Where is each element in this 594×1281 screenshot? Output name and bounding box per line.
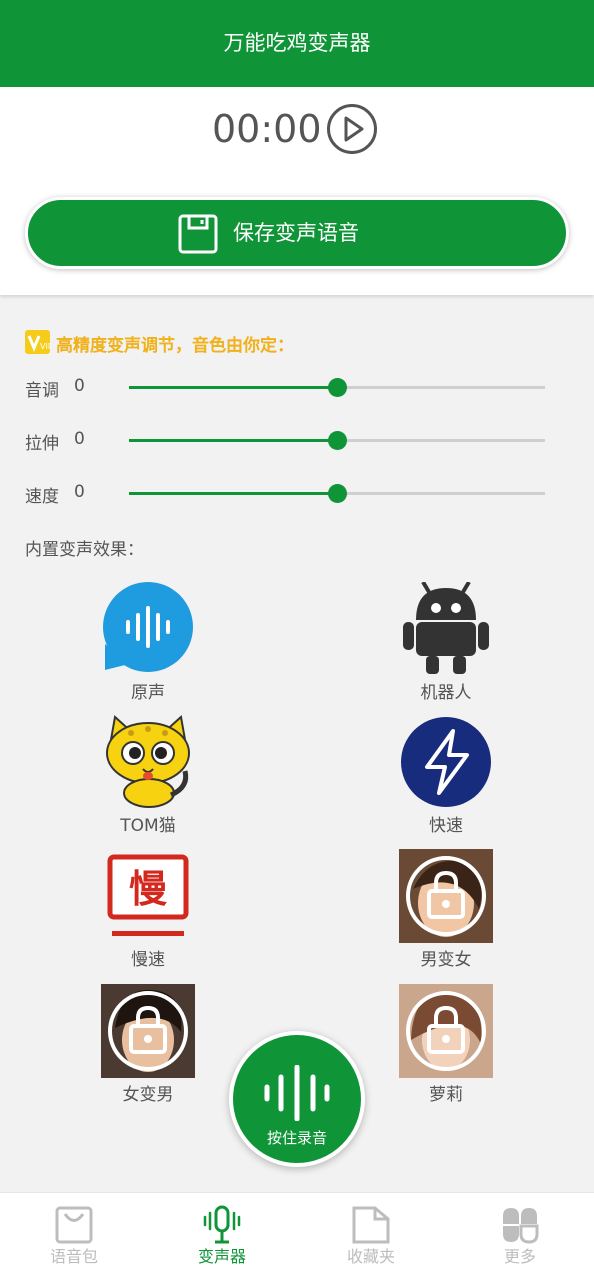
effect-female-to-male[interactable]: 女变男	[78, 984, 218, 1105]
effect-label: 萝莉	[429, 1085, 463, 1105]
page-title: 万能吃鸡变声器	[223, 31, 371, 55]
tab-label: 变声器	[197, 1247, 246, 1266]
tab-label: 更多	[503, 1247, 536, 1266]
folder-icon	[352, 1206, 390, 1244]
slider-label: 音调	[25, 381, 59, 401]
save-voice-label: 保存变声语音	[233, 221, 359, 245]
play-icon[interactable]	[326, 103, 378, 155]
effects-title: 内置变声效果：	[25, 540, 144, 560]
tab-voice-changer[interactable]: 变声器	[148, 1193, 296, 1281]
effect-tom-cat[interactable]: TOM猫	[78, 715, 218, 836]
slider-label: 速度	[25, 487, 59, 507]
record-label: 按住录音	[266, 1129, 327, 1147]
tuning-hint: 高精度变声调节，音色由你定：	[56, 336, 294, 356]
save-voice-button[interactable]: 保存变声语音	[25, 197, 569, 269]
hold-to-record-button[interactable]: 按住录音	[229, 1031, 365, 1167]
effect-fast[interactable]: 快速	[376, 715, 516, 836]
speed-slider[interactable]	[129, 484, 545, 503]
playback-time: 00:00	[212, 107, 322, 151]
effect-label: 机器人	[420, 683, 472, 703]
tab-voice-pack[interactable]: 语音包	[0, 1193, 148, 1281]
effect-label: 女变男	[122, 1085, 174, 1105]
slider-label: 拉伸	[25, 434, 59, 454]
effect-loli[interactable]: 萝莉	[376, 984, 516, 1105]
robot-icon	[403, 582, 489, 674]
effect-male-to-female[interactable]: 男变女	[376, 849, 516, 970]
vip-badge-icon: VIP	[25, 330, 50, 354]
stretch-slider[interactable]	[129, 431, 545, 450]
pitch-slider-row: 音调 0	[0, 373, 594, 403]
tab-label: 语音包	[49, 1247, 98, 1266]
female-avatar-locked	[399, 849, 493, 943]
stretch-slider-row: 拉伸 0	[0, 426, 594, 456]
player-panel: 00:00 保存变声语音	[0, 87, 594, 295]
effect-original[interactable]: 原声	[78, 582, 218, 703]
app-header: 万能吃鸡变声器	[0, 0, 594, 87]
tab-more[interactable]: 更多	[446, 1193, 594, 1281]
slider-thumb[interactable]	[328, 378, 347, 397]
tab-label: 收藏夹	[346, 1247, 395, 1266]
svg-text:慢: 慢	[129, 867, 168, 911]
effect-slow[interactable]: 慢 慢速	[78, 849, 218, 970]
slider-thumb[interactable]	[328, 431, 347, 450]
speed-slider-row: 速度 0	[0, 479, 594, 509]
effect-label: 原声	[131, 683, 165, 703]
voice-bubble-icon	[103, 582, 193, 672]
slider-value: 0	[74, 376, 85, 396]
lightning-icon	[401, 717, 491, 807]
bag-icon	[55, 1206, 93, 1244]
tab-favorites[interactable]: 收藏夹	[297, 1193, 445, 1281]
effect-label: 男变女	[420, 950, 472, 970]
loli-avatar-locked	[399, 984, 493, 1078]
soundwave-icon	[264, 1065, 330, 1121]
effect-label: 快速	[429, 816, 463, 836]
male-avatar-locked	[101, 984, 195, 1078]
effect-label: TOM猫	[120, 816, 176, 836]
tom-cat-icon	[106, 715, 190, 808]
bottom-tab-bar: 语音包 变声器 收藏夹 更多	[0, 1192, 594, 1281]
microphone-icon	[203, 1205, 241, 1244]
clover-icon	[503, 1208, 539, 1244]
slow-icon: 慢	[107, 854, 189, 936]
save-icon	[178, 214, 218, 254]
slider-value: 0	[74, 429, 85, 449]
effect-robot[interactable]: 机器人	[376, 582, 516, 703]
svg-text:VIP: VIP	[40, 342, 50, 351]
slider-value: 0	[74, 482, 85, 502]
slider-thumb[interactable]	[328, 484, 347, 503]
effect-label: 慢速	[131, 950, 165, 970]
pitch-slider[interactable]	[129, 378, 545, 397]
